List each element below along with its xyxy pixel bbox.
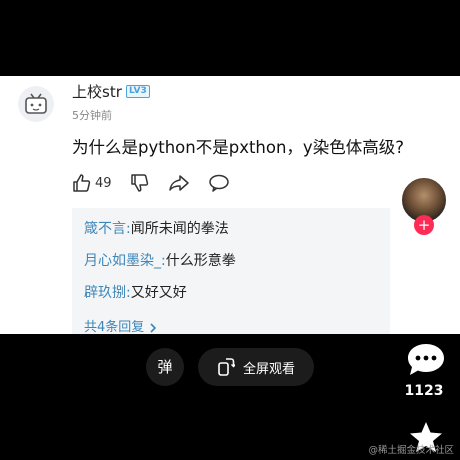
danmu-toggle-button[interactable]: 弹 <box>146 348 184 386</box>
share-button[interactable] <box>168 173 190 193</box>
like-count: 49 <box>95 175 112 191</box>
comment-text: 为什么是python不是pxthon，y染色体高级? <box>72 138 404 157</box>
thumbs-up-icon <box>73 174 91 192</box>
fullscreen-label: 全屏观看 <box>242 361 295 377</box>
like-video-button[interactable] <box>406 256 446 296</box>
comment-username[interactable]: 上校str <box>72 81 122 102</box>
reply-item[interactable]: 辟玖捌:又好又好 <box>84 282 187 302</box>
reply-item[interactable]: 箴不言:闻所未闻的拳法 <box>84 218 229 238</box>
reply-item[interactable]: 月心如墨染_:什么形意拳 <box>84 250 236 270</box>
replies-total-label: 共4条回复 <box>84 320 145 334</box>
chevron-right-icon <box>150 322 157 333</box>
reply-text: 又好又好 <box>130 285 187 301</box>
fullscreen-rotate-icon <box>218 358 235 376</box>
avatar[interactable] <box>18 86 54 122</box>
comment-bubble-icon <box>408 344 444 375</box>
watermark: @稀土掘金技术社区 <box>368 445 454 456</box>
reply-text: 闻所未闻的拳法 <box>130 221 229 237</box>
reply-author[interactable]: 辟玖捌: <box>84 285 131 301</box>
comment-count: 1123 <box>404 383 444 399</box>
thumbs-down-icon <box>130 174 148 192</box>
fullscreen-button[interactable]: 全屏观看 <box>198 348 314 386</box>
comment-time: 5分钟前 <box>72 109 112 122</box>
reply-text: 什么形意拳 <box>165 253 236 269</box>
reply-panel: 箴不言:闻所未闻的拳法 月心如墨染_:什么形意拳 辟玖捌:又好又好 共4条回复 <box>72 208 390 334</box>
user-level-badge: LV3 <box>126 85 150 98</box>
dislike-button[interactable] <box>130 173 150 193</box>
tv-mascot-icon <box>25 93 47 114</box>
reply-button[interactable] <box>208 173 230 193</box>
reply-author[interactable]: 箴不言: <box>84 221 131 237</box>
comment-actions: 49 <box>72 172 248 194</box>
view-all-replies-link[interactable]: 共4条回复 <box>84 316 158 334</box>
share-arrow-icon <box>168 175 189 191</box>
comments-button[interactable] <box>406 342 446 382</box>
heart-icon <box>408 257 444 290</box>
follow-button[interactable]: + <box>414 215 434 235</box>
reply-author[interactable]: 月心如墨染_: <box>84 253 166 269</box>
video-frame: 上校str LV3 5分钟前 为什么是python不是pxthon，y染色体高级… <box>0 76 460 334</box>
speech-bubble-icon <box>208 174 229 192</box>
like-button[interactable]: 49 <box>72 173 112 193</box>
video-like-count: 3326 <box>406 298 446 314</box>
